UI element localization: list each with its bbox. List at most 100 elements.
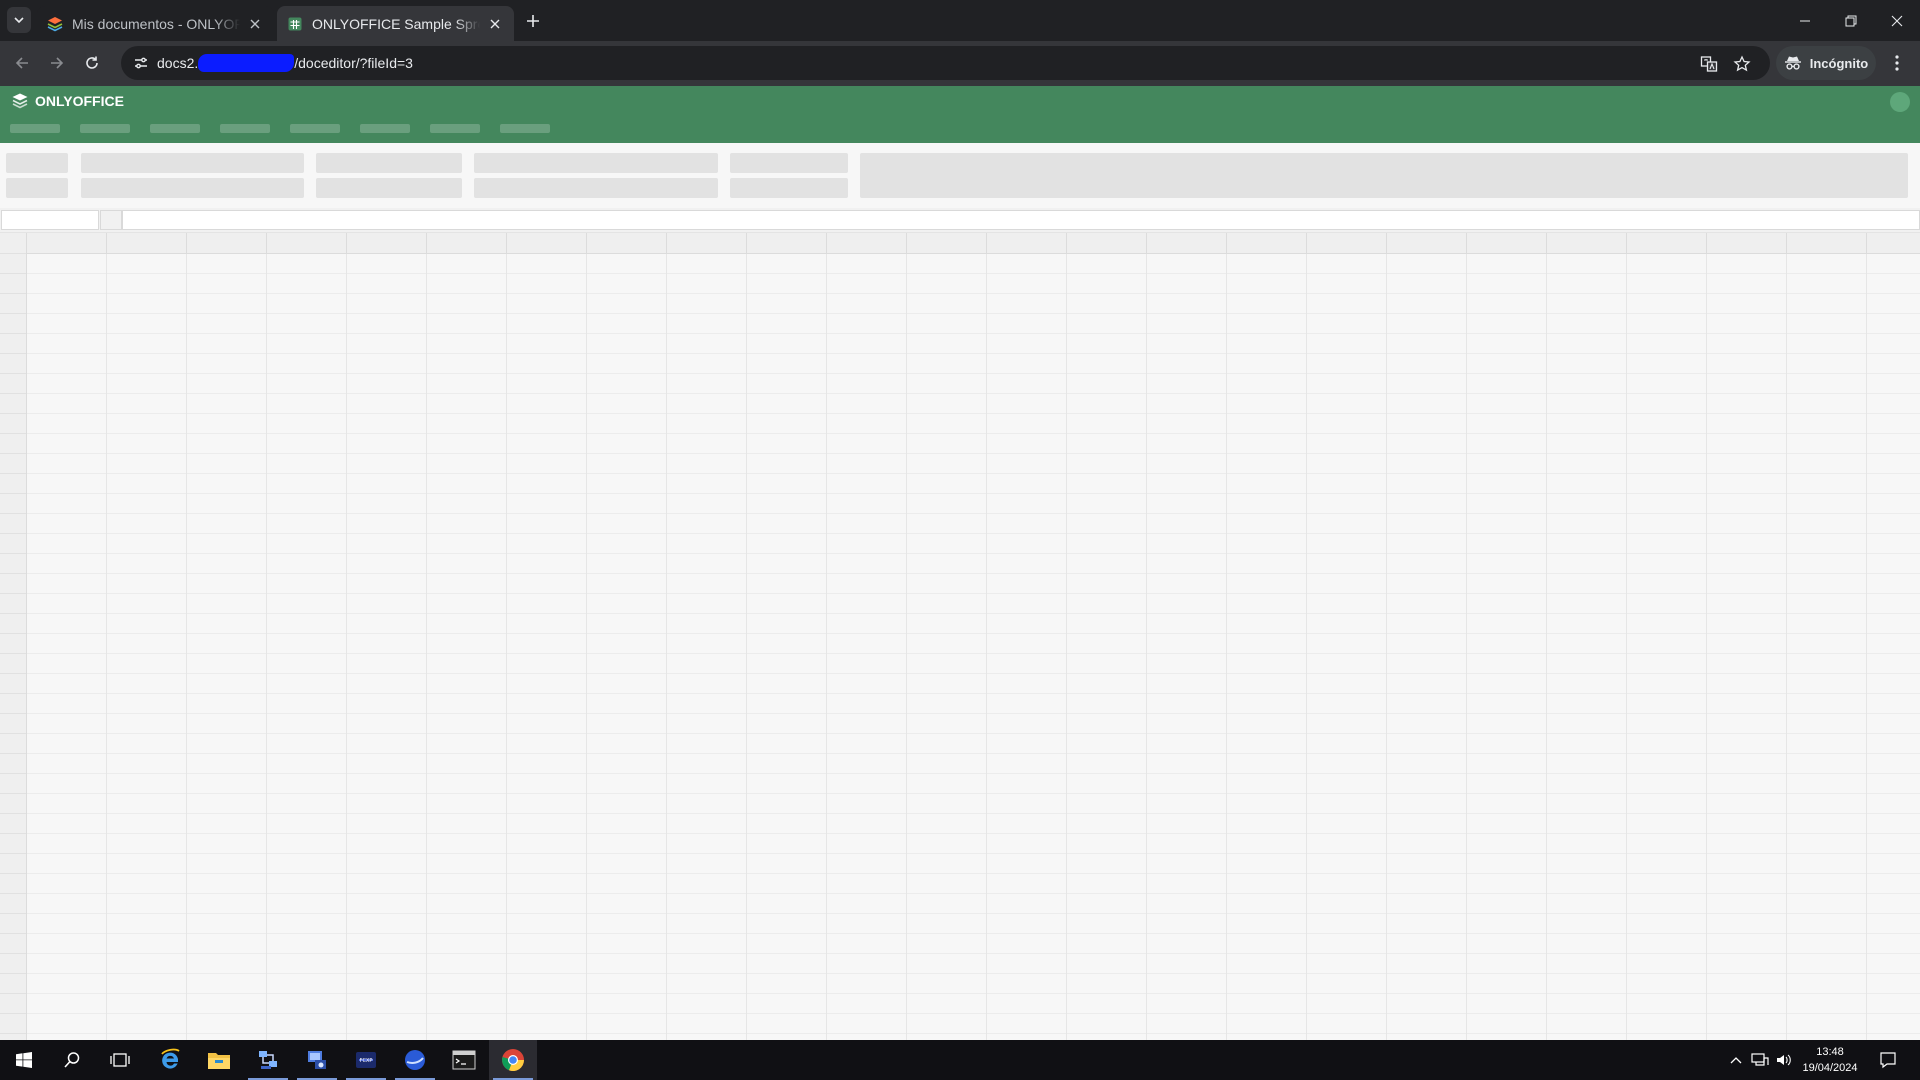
more-vertical-icon xyxy=(1895,55,1899,71)
url-suffix: /doceditor/?fileId=3 xyxy=(294,55,413,71)
toolbar-placeholder xyxy=(860,153,1908,198)
clock-time: 13:48 xyxy=(1816,1046,1844,1058)
formula-bar xyxy=(0,208,1920,232)
file-explorer-icon xyxy=(208,1053,230,1069)
incognito-indicator[interactable]: Incógnito xyxy=(1776,46,1876,80)
internet-explorer-button[interactable] xyxy=(146,1040,194,1080)
tab-mis-documentos[interactable]: Mis documentos - ONLYOFFICE xyxy=(37,6,274,41)
cell-area[interactable] xyxy=(26,253,1920,1041)
svg-text:FCXP: FCXP xyxy=(360,1058,373,1064)
tab-title: ONLYOFFICE Sample Spreadsheet xyxy=(312,15,480,32)
bookmark-star-icon[interactable] xyxy=(1731,53,1753,75)
toolbar-placeholder xyxy=(6,153,68,173)
toolbar-placeholder xyxy=(474,153,718,173)
toolbar-placeholder xyxy=(474,178,718,198)
back-button[interactable] xyxy=(8,49,36,77)
menu-tab-placeholder xyxy=(360,124,410,133)
menu-tab-placeholder xyxy=(150,124,200,133)
browser-tabstrip: Mis documentos - ONLYOFFICE ONLYOFFICE S… xyxy=(0,0,1920,41)
editor-header: ONLYOFFICE xyxy=(0,86,1920,143)
toolbar-loading-skeleton xyxy=(0,143,1920,208)
close-icon xyxy=(1891,15,1903,26)
translate-icon[interactable] xyxy=(1698,53,1720,75)
incognito-icon xyxy=(1784,56,1801,70)
chevron-down-icon xyxy=(14,17,24,24)
menu-tab-placeholder xyxy=(290,124,340,133)
tab-sample-spreadsheet[interactable]: ONLYOFFICE Sample Spreadsheet xyxy=(277,6,514,41)
minimize-button[interactable] xyxy=(1782,0,1828,41)
onlyoffice-logo[interactable]: ONLYOFFICE xyxy=(11,92,124,110)
search-button[interactable] xyxy=(48,1040,96,1080)
brand-name: ONLYOFFICE xyxy=(35,93,124,109)
url-prefix: docs2. xyxy=(157,55,199,71)
task-view-button[interactable] xyxy=(96,1040,144,1080)
spreadsheet-grid[interactable] xyxy=(0,232,1920,1041)
system-clock[interactable]: 13:48 19/04/2024 xyxy=(1790,1044,1870,1076)
close-icon[interactable] xyxy=(246,15,264,33)
chrome-icon xyxy=(502,1049,525,1072)
toolbar-placeholder xyxy=(730,153,848,173)
reload-icon xyxy=(86,56,98,69)
plus-icon xyxy=(527,15,539,27)
url-text: docs2. /doceditor/?fileId=3 xyxy=(157,54,413,72)
forward-button[interactable] xyxy=(43,49,71,77)
network-app-button[interactable] xyxy=(244,1040,292,1080)
menu-tab-placeholder xyxy=(10,124,60,133)
close-window-button[interactable] xyxy=(1874,0,1920,41)
menu-tab-placeholder xyxy=(500,124,550,133)
network-app-icon xyxy=(259,1051,277,1069)
windows-taskbar: FCXP 13:48 19/04/2024 xyxy=(0,1040,1920,1080)
network-tray-icon[interactable] xyxy=(1750,1050,1770,1070)
start-button[interactable] xyxy=(0,1040,48,1080)
user-avatar[interactable] xyxy=(1890,92,1910,112)
arrow-right-icon xyxy=(51,57,64,69)
browser-app-button[interactable] xyxy=(391,1040,439,1080)
vpn-app-button[interactable]: FCXP xyxy=(342,1040,390,1080)
spreadsheet-icon xyxy=(288,17,302,30)
minimize-icon xyxy=(1800,20,1810,21)
remote-desktop-button[interactable] xyxy=(293,1040,341,1080)
show-hidden-icons-button[interactable] xyxy=(1726,1050,1746,1070)
address-bar[interactable]: docs2. /doceditor/?fileId=3 xyxy=(121,46,1770,80)
arrow-left-icon xyxy=(15,57,28,69)
restore-icon xyxy=(1845,15,1857,26)
restore-button[interactable] xyxy=(1828,0,1874,41)
menu-tab-placeholder xyxy=(80,124,130,133)
file-explorer-button[interactable] xyxy=(195,1040,243,1080)
remote-desktop-icon xyxy=(308,1051,326,1069)
tab-title: Mis documentos - ONLYOFFICE xyxy=(72,15,240,32)
close-icon[interactable] xyxy=(486,15,504,33)
onlyoffice-layers-icon xyxy=(47,16,63,31)
terminal-icon xyxy=(452,1050,476,1070)
tab-search-button[interactable] xyxy=(7,7,31,33)
browser-toolbar: docs2. /doceditor/?fileId=3 Incógnito xyxy=(0,41,1920,86)
column-header-dividers xyxy=(26,233,1920,253)
task-view-icon xyxy=(110,1053,130,1067)
menu-tab-placeholder xyxy=(430,124,480,133)
incognito-label: Incógnito xyxy=(1809,55,1869,71)
onlyoffice-layers-icon xyxy=(12,93,28,109)
toolbar-placeholder xyxy=(316,178,462,198)
toolbar-placeholder xyxy=(316,153,462,173)
menu-tab-placeholder xyxy=(220,124,270,133)
browser-menu-button[interactable] xyxy=(1883,49,1911,77)
toolbar-placeholder xyxy=(81,153,304,173)
formula-input[interactable] xyxy=(122,210,1920,230)
notification-center-icon[interactable] xyxy=(1878,1050,1898,1070)
site-settings-icon[interactable] xyxy=(131,53,151,73)
clock-date: 19/04/2024 xyxy=(1802,1062,1858,1074)
reload-button[interactable] xyxy=(78,49,106,77)
redaction-mark xyxy=(198,54,295,72)
internet-explorer-icon xyxy=(161,1048,180,1069)
row-header-dividers xyxy=(0,253,26,1041)
windows-logo-icon xyxy=(16,1052,32,1068)
chevron-up-icon xyxy=(1730,1057,1742,1064)
terminal-button[interactable] xyxy=(440,1040,488,1080)
toolbar-placeholder xyxy=(81,178,304,198)
browser-app-icon xyxy=(405,1050,425,1070)
search-icon xyxy=(64,1052,80,1068)
cell-name-box[interactable] xyxy=(1,210,99,230)
function-button[interactable] xyxy=(100,210,122,230)
chrome-button[interactable] xyxy=(489,1040,537,1080)
new-tab-button[interactable] xyxy=(520,8,546,34)
